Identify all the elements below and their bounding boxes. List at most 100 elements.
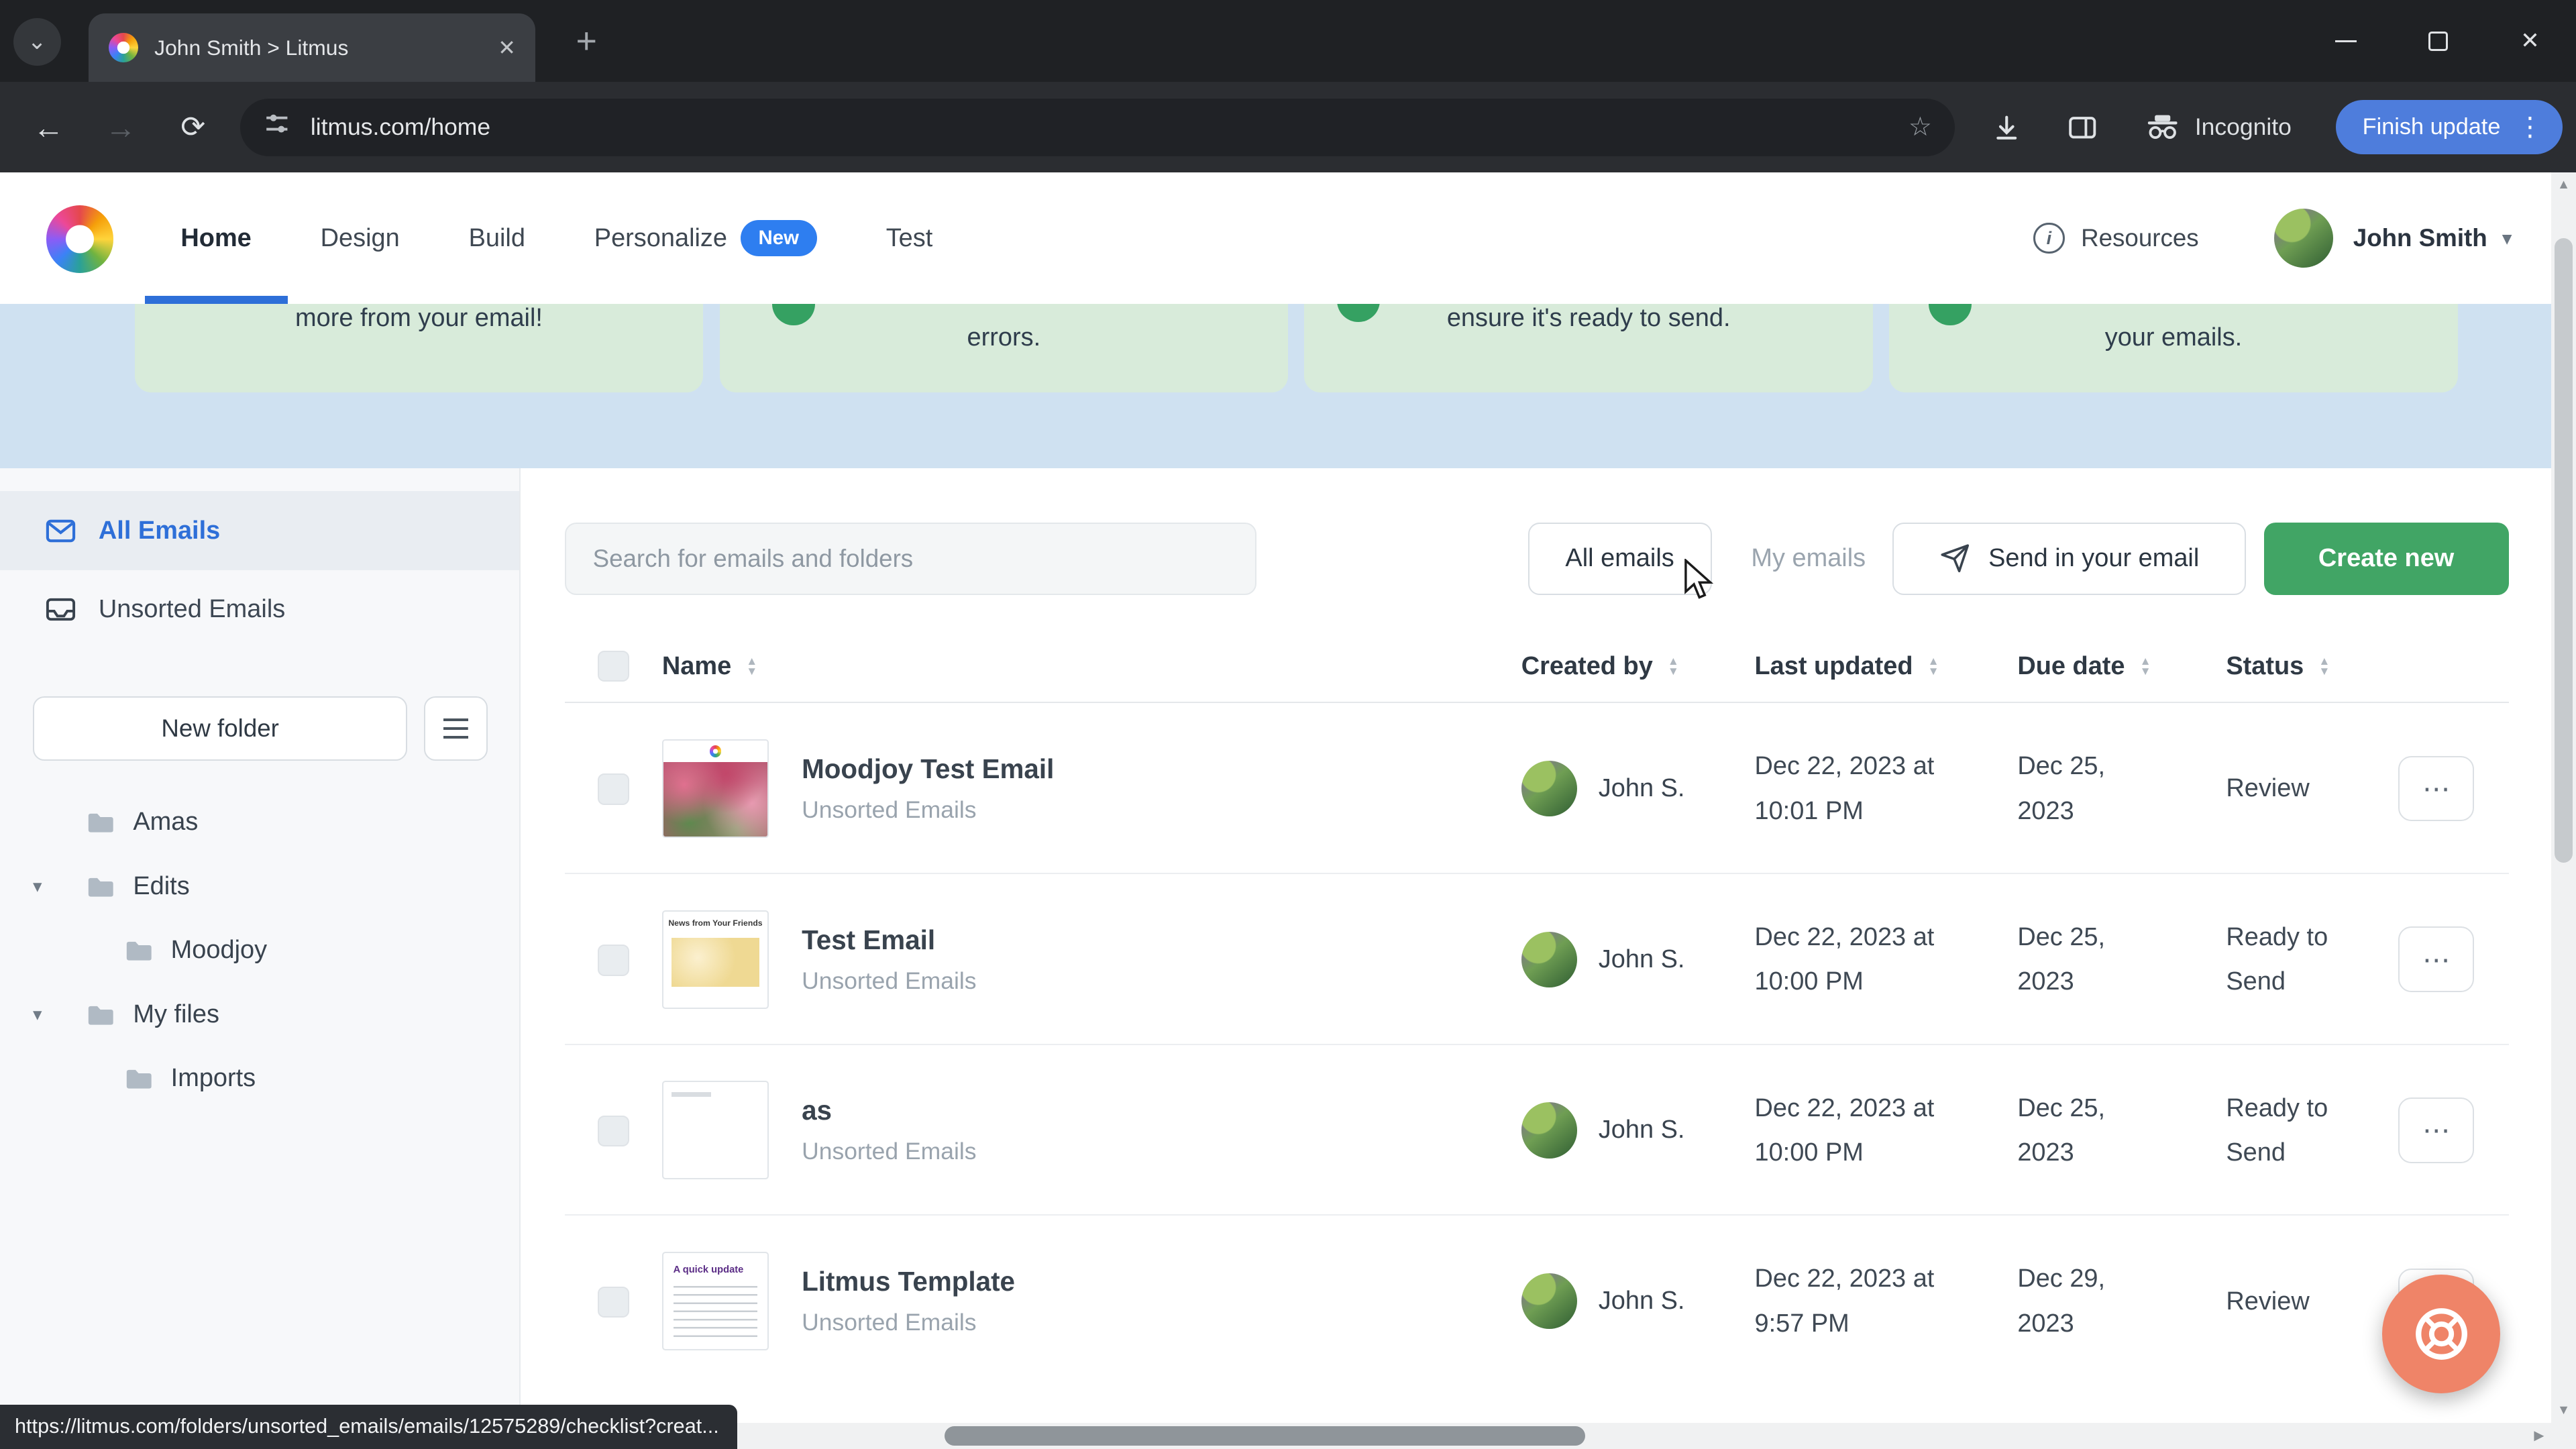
search-input[interactable]: [565, 523, 1256, 595]
email-thumbnail[interactable]: [662, 739, 769, 838]
row-checkbox[interactable]: [598, 1116, 629, 1147]
vertical-scrollbar[interactable]: ▲ ▼: [2551, 172, 2576, 1423]
vertical-scrollbar-thumb[interactable]: [2555, 238, 2573, 863]
reload-button[interactable]: ⟳: [168, 102, 219, 153]
bookmark-star-icon[interactable]: ☆: [1909, 112, 1932, 142]
table-header: Name ▲▼ Created by ▲▼ Last updated ▲▼ Du…: [565, 629, 2508, 703]
new-tab-button[interactable]: +: [565, 21, 608, 64]
folder-amas[interactable]: Amas: [0, 790, 519, 855]
user-menu-chevron-icon[interactable]: ▾: [2502, 227, 2512, 250]
folder-options-button[interactable]: [424, 696, 488, 761]
finish-update-label: Finish update: [2363, 114, 2501, 140]
sort-icon[interactable]: ▲▼: [2318, 656, 2330, 676]
folder-my-files[interactable]: ▾ My files: [0, 982, 519, 1046]
sort-icon[interactable]: ▲▼: [1668, 656, 1679, 676]
sort-icon[interactable]: ▲▼: [2140, 656, 2151, 676]
table-row[interactable]: Moodjoy Test Email Unsorted Emails John …: [565, 703, 2508, 874]
filter-my-emails[interactable]: My emails: [1712, 523, 1905, 595]
maximize-button[interactable]: [2392, 0, 2484, 82]
last-updated-header-label: Last updated: [1754, 652, 1913, 681]
browser-tab[interactable]: John Smith > Litmus ✕: [89, 13, 535, 83]
horizontal-scrollbar-thumb[interactable]: [945, 1426, 1585, 1446]
app-header: Home Design Build Personalize New Test i…: [0, 172, 2551, 304]
scroll-down-button[interactable]: ▼: [2551, 1398, 2576, 1423]
chevron-down-icon[interactable]: ▾: [33, 876, 42, 897]
minimize-button[interactable]: [2300, 0, 2392, 82]
column-header-last-updated: Last updated ▲▼: [1754, 629, 1939, 703]
window-controls: ✕: [2300, 0, 2576, 82]
url-text[interactable]: litmus.com/home: [311, 113, 1909, 141]
chevron-down-icon[interactable]: ▾: [33, 1004, 42, 1025]
sidebar-item-all-emails[interactable]: All Emails: [0, 491, 519, 570]
sidebar-item-unsorted-emails[interactable]: Unsorted Emails: [0, 570, 519, 649]
browser-toolbar: ← → ⟳ litmus.com/home ☆: [0, 82, 2576, 172]
status-label: Ready to Send: [2226, 1045, 2347, 1216]
tab-title: John Smith > Litmus: [154, 36, 485, 60]
side-panel-button[interactable]: [2057, 102, 2108, 153]
column-header-status: Status ▲▼: [2226, 629, 2330, 703]
create-new-button[interactable]: Create new: [2264, 523, 2509, 595]
folder-imports[interactable]: Imports: [0, 1046, 519, 1111]
back-button[interactable]: ←: [23, 102, 74, 153]
nav-design-label: Design: [321, 224, 400, 253]
row-checkbox[interactable]: [598, 945, 629, 976]
litmus-logo-icon[interactable]: [46, 205, 113, 272]
site-settings-icon[interactable]: [263, 110, 291, 145]
forward-button[interactable]: →: [95, 102, 146, 153]
nav-item-personalize[interactable]: Personalize New: [594, 172, 817, 304]
sort-icon[interactable]: ▲▼: [746, 656, 757, 676]
send-in-your-email-button[interactable]: Send in your email: [1892, 523, 2246, 595]
downloads-button[interactable]: [1981, 102, 2032, 153]
status-header-label: Status: [2226, 652, 2304, 681]
sort-down-icon: ▼: [2318, 666, 2330, 676]
address-bar[interactable]: litmus.com/home ☆: [240, 99, 1955, 156]
new-folder-button[interactable]: New folder: [33, 696, 407, 761]
user-name-label[interactable]: John Smith: [2353, 224, 2487, 252]
created-by-label: John S.: [1599, 945, 1685, 974]
row-checkbox[interactable]: [598, 1287, 629, 1318]
tab-close-icon[interactable]: ✕: [498, 35, 516, 60]
nav-item-build[interactable]: Build: [469, 172, 525, 304]
incognito-label: Incognito: [2195, 113, 2292, 141]
email-title[interactable]: as: [802, 1095, 976, 1126]
row-actions-button[interactable]: ⋯: [2398, 756, 2474, 822]
folder-label: Moodjoy: [171, 936, 267, 965]
row-checkbox[interactable]: [598, 773, 629, 805]
help-fab-button[interactable]: [2382, 1275, 2500, 1393]
sort-icon[interactable]: ▲▼: [1928, 656, 1939, 676]
table-row[interactable]: News from Your Friends Test Email Unsort…: [565, 874, 2508, 1045]
nav-personalize-label: Personalize: [594, 224, 727, 253]
tab-search-button[interactable]: ⌄: [13, 18, 61, 66]
email-thumbnail[interactable]: [662, 1081, 769, 1179]
email-title[interactable]: Litmus Template: [802, 1266, 1015, 1297]
scroll-right-button[interactable]: ▶: [2527, 1423, 2552, 1449]
table-row[interactable]: as Unsorted Emails John S. Dec 22, 2023 …: [565, 1045, 2508, 1216]
status-label: Ready to Send: [2226, 874, 2347, 1045]
table-row[interactable]: A quick update Litmus Template Unsorted …: [565, 1216, 2508, 1387]
email-title[interactable]: Test Email: [802, 924, 976, 956]
resources-link[interactable]: Resources: [2081, 224, 2199, 252]
send-button-label: Send in your email: [1988, 544, 2199, 573]
scroll-up-button[interactable]: ▲: [2551, 172, 2576, 197]
email-title[interactable]: Moodjoy Test Email: [802, 753, 1054, 785]
folder-edits[interactable]: ▾ Edits: [0, 854, 519, 918]
finish-update-button[interactable]: Finish update ⋮: [2336, 100, 2563, 154]
nav-item-test[interactable]: Test: [886, 172, 933, 304]
browser-menu-icon[interactable]: ⋮: [2517, 112, 2543, 142]
window-close-button[interactable]: ✕: [2484, 0, 2576, 82]
select-all-checkbox[interactable]: [598, 651, 629, 682]
filter-all-emails[interactable]: All emails: [1528, 523, 1712, 595]
user-avatar[interactable]: [2274, 209, 2333, 268]
folder-moodjoy[interactable]: Moodjoy: [0, 918, 519, 983]
email-thumbnail[interactable]: News from Your Friends: [662, 910, 769, 1009]
row-actions-button[interactable]: ⋯: [2398, 1097, 2474, 1163]
emails-panel: All emails My emails Send in your email …: [521, 468, 2551, 1423]
due-date-cell: Dec 29, 2023: [2017, 1216, 2126, 1387]
nav-item-design[interactable]: Design: [321, 172, 400, 304]
maximize-icon: [2428, 32, 2448, 51]
nav-item-home[interactable]: Home: [180, 172, 251, 304]
row-actions-button[interactable]: ⋯: [2398, 926, 2474, 992]
sort-down-icon: ▼: [1928, 666, 1939, 676]
unsorted-emails-label: Unsorted Emails: [99, 595, 285, 624]
email-thumbnail[interactable]: A quick update: [662, 1252, 769, 1350]
